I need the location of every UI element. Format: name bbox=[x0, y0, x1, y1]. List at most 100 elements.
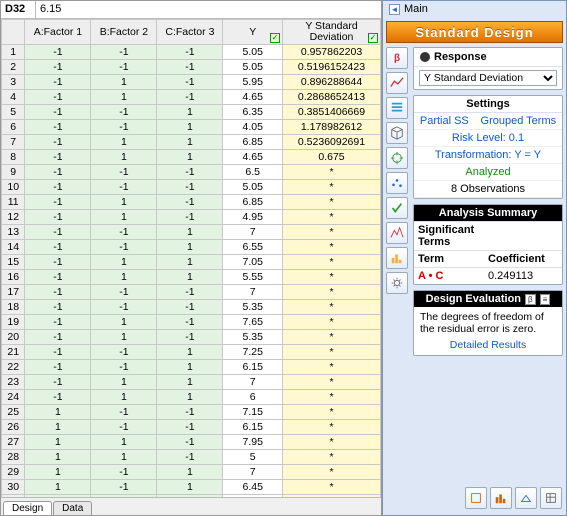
cube-icon[interactable] bbox=[386, 122, 408, 144]
factor-cell[interactable]: -1 bbox=[157, 90, 223, 105]
row-header[interactable]: 19 bbox=[2, 315, 25, 330]
factor-cell[interactable]: 1 bbox=[157, 345, 223, 360]
row-header[interactable]: 23 bbox=[2, 375, 25, 390]
check-icon[interactable]: ✓ bbox=[368, 33, 378, 43]
back-icon[interactable]: ◄ bbox=[389, 4, 400, 15]
stddev-cell[interactable]: * bbox=[283, 165, 381, 180]
footer-btn-1[interactable] bbox=[465, 487, 487, 509]
factor-cell[interactable]: -1 bbox=[91, 480, 157, 495]
factor-cell[interactable]: -1 bbox=[91, 420, 157, 435]
factor-cell[interactable]: -1 bbox=[25, 225, 91, 240]
row-header[interactable]: 26 bbox=[2, 420, 25, 435]
y-cell[interactable]: 7 bbox=[223, 285, 283, 300]
stddev-cell[interactable]: 0.3851406669 bbox=[283, 105, 381, 120]
stddev-cell[interactable]: * bbox=[283, 195, 381, 210]
row-header[interactable]: 12 bbox=[2, 210, 25, 225]
factor-cell[interactable]: 1 bbox=[91, 90, 157, 105]
row-header[interactable]: 18 bbox=[2, 300, 25, 315]
stddev-cell[interactable]: * bbox=[283, 300, 381, 315]
stddev-cell[interactable]: * bbox=[283, 210, 381, 225]
row-header[interactable]: 20 bbox=[2, 330, 25, 345]
factor-cell[interactable]: 1 bbox=[157, 375, 223, 390]
stddev-cell[interactable]: * bbox=[283, 405, 381, 420]
factor-cell[interactable]: -1 bbox=[25, 180, 91, 195]
factor-cell[interactable]: -1 bbox=[157, 450, 223, 465]
factor-cell[interactable]: 1 bbox=[157, 240, 223, 255]
factor-cell[interactable]: 1 bbox=[91, 330, 157, 345]
y-cell[interactable]: 6.85 bbox=[223, 135, 283, 150]
transformation-link[interactable]: Transformation: Y = Y bbox=[435, 149, 541, 161]
stddev-cell[interactable]: * bbox=[283, 480, 381, 495]
stddev-cell[interactable]: * bbox=[283, 315, 381, 330]
check-icon[interactable] bbox=[386, 197, 408, 219]
factor-cell[interactable]: -1 bbox=[25, 390, 91, 405]
partial-ss-link[interactable]: Partial SS bbox=[420, 115, 469, 127]
row-header[interactable]: 28 bbox=[2, 450, 25, 465]
factor-cell[interactable]: 1 bbox=[91, 210, 157, 225]
beta-icon[interactable]: β bbox=[386, 47, 408, 69]
column-header[interactable] bbox=[2, 20, 25, 45]
factor-cell[interactable]: 1 bbox=[25, 480, 91, 495]
factor-cell[interactable]: -1 bbox=[25, 270, 91, 285]
row-header[interactable]: 4 bbox=[2, 90, 25, 105]
tab-design[interactable]: Design bbox=[3, 501, 52, 515]
row-header[interactable]: 9 bbox=[2, 165, 25, 180]
bars-icon[interactable] bbox=[386, 247, 408, 269]
factor-cell[interactable]: 1 bbox=[91, 375, 157, 390]
peak-icon[interactable] bbox=[386, 222, 408, 244]
stddev-cell[interactable]: * bbox=[283, 345, 381, 360]
y-cell[interactable]: 6.5 bbox=[223, 165, 283, 180]
row-header[interactable]: 21 bbox=[2, 345, 25, 360]
response-select[interactable]: Y Standard Deviation bbox=[419, 70, 557, 86]
factor-cell[interactable]: -1 bbox=[157, 195, 223, 210]
stddev-cell[interactable]: * bbox=[283, 330, 381, 345]
y-cell[interactable]: 6.35 bbox=[223, 105, 283, 120]
row-header[interactable]: 17 bbox=[2, 285, 25, 300]
tab-data[interactable]: Data bbox=[53, 501, 92, 515]
factor-cell[interactable]: -1 bbox=[25, 90, 91, 105]
factor-cell[interactable]: 1 bbox=[25, 420, 91, 435]
column-header[interactable]: A:Factor 1 bbox=[25, 20, 91, 45]
stddev-cell[interactable]: * bbox=[283, 225, 381, 240]
factor-cell[interactable]: -1 bbox=[91, 240, 157, 255]
factor-cell[interactable]: -1 bbox=[157, 60, 223, 75]
grouped-terms-link[interactable]: Grouped Terms bbox=[481, 115, 557, 127]
factor-cell[interactable]: -1 bbox=[157, 285, 223, 300]
factor-cell[interactable]: -1 bbox=[25, 330, 91, 345]
factor-cell[interactable]: 1 bbox=[91, 255, 157, 270]
factor-cell[interactable]: -1 bbox=[157, 165, 223, 180]
factor-cell[interactable]: -1 bbox=[91, 165, 157, 180]
row-header[interactable]: 6 bbox=[2, 120, 25, 135]
row-header[interactable]: 5 bbox=[2, 105, 25, 120]
scatter-icon[interactable] bbox=[386, 172, 408, 194]
footer-btn-2[interactable] bbox=[490, 487, 512, 509]
row-header[interactable]: 10 bbox=[2, 180, 25, 195]
y-cell[interactable]: 7 bbox=[223, 465, 283, 480]
y-cell[interactable]: 5 bbox=[223, 450, 283, 465]
column-header[interactable]: Y Standard Deviation✓ bbox=[283, 20, 381, 45]
column-header[interactable]: Y✓ bbox=[223, 20, 283, 45]
y-cell[interactable]: 4.65 bbox=[223, 150, 283, 165]
factor-cell[interactable]: -1 bbox=[25, 120, 91, 135]
y-cell[interactable]: 6 bbox=[223, 390, 283, 405]
y-cell[interactable]: 5.05 bbox=[223, 180, 283, 195]
row-header[interactable]: 2 bbox=[2, 60, 25, 75]
factor-cell[interactable]: -1 bbox=[91, 285, 157, 300]
factor-cell[interactable]: 1 bbox=[157, 150, 223, 165]
cell-value-input[interactable]: 6.15 bbox=[36, 1, 381, 18]
factor-cell[interactable]: 1 bbox=[157, 225, 223, 240]
footer-btn-4[interactable] bbox=[540, 487, 562, 509]
factor-cell[interactable]: 1 bbox=[25, 465, 91, 480]
stddev-cell[interactable]: * bbox=[283, 435, 381, 450]
factor-cell[interactable]: 1 bbox=[91, 135, 157, 150]
y-cell[interactable]: 6.85 bbox=[223, 195, 283, 210]
y-cell[interactable]: 7 bbox=[223, 225, 283, 240]
factor-cell[interactable]: -1 bbox=[25, 315, 91, 330]
factor-cell[interactable]: -1 bbox=[25, 60, 91, 75]
factor-cell[interactable]: -1 bbox=[25, 75, 91, 90]
stddev-cell[interactable]: 0.2868652413 bbox=[283, 90, 381, 105]
factor-cell[interactable]: -1 bbox=[157, 315, 223, 330]
y-cell[interactable]: 6.15 bbox=[223, 360, 283, 375]
stddev-cell[interactable]: * bbox=[283, 465, 381, 480]
factor-cell[interactable]: -1 bbox=[157, 330, 223, 345]
